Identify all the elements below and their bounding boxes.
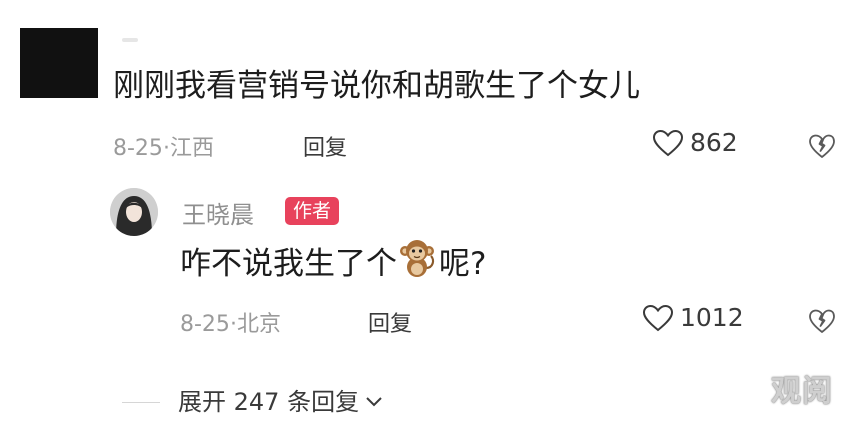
reply-like-count: 1012	[680, 303, 744, 332]
heart-icon	[642, 304, 674, 332]
watermark: 观阅	[771, 374, 833, 409]
heart-icon	[652, 129, 684, 157]
comment-date: 8-25	[113, 136, 163, 161]
reply-like-button[interactable]: 1012	[642, 303, 744, 332]
reply-reply-button[interactable]: 回复	[368, 306, 412, 338]
reply-text-after: 呢?	[439, 246, 487, 282]
comment-location: 江西	[169, 136, 214, 161]
comment-meta: 8-25·江西	[113, 130, 214, 162]
monkey-emoji-icon	[399, 238, 437, 290]
meta-separator: ·	[229, 312, 237, 337]
expand-replies-label: 展开 247 条回复	[178, 388, 360, 416]
comment-like-button[interactable]: 862	[652, 128, 738, 157]
reply-username[interactable]: 王晓晨	[182, 195, 254, 230]
broken-heart-icon	[808, 308, 836, 334]
chevron-down-icon	[365, 386, 383, 414]
redacted-avatar[interactable]	[20, 28, 98, 98]
reply-dislike-button[interactable]	[808, 308, 836, 334]
expand-divider	[122, 402, 160, 403]
author-badge: 作者	[285, 197, 340, 225]
expand-replies-button[interactable]: 展开 247 条回复	[178, 382, 383, 417]
reply-meta: 8-25·北京	[180, 306, 281, 338]
comment-text: 刚刚我看营销号说你和胡歌生了个女儿	[113, 68, 640, 104]
reply-text-before: 咋不说我生了个	[180, 246, 397, 282]
reply-date: 8-25	[180, 312, 230, 337]
comment-username[interactable]	[122, 38, 138, 42]
reply-avatar[interactable]	[110, 188, 158, 236]
comment-like-count: 862	[690, 128, 738, 157]
reply-text: 咋不说我生了个 呢?	[180, 238, 486, 290]
comment-dislike-button[interactable]	[808, 133, 836, 159]
meta-separator: ·	[162, 136, 170, 161]
comment-reply-button[interactable]: 回复	[303, 130, 347, 162]
reply-location: 北京	[236, 312, 281, 337]
broken-heart-icon	[808, 133, 836, 159]
